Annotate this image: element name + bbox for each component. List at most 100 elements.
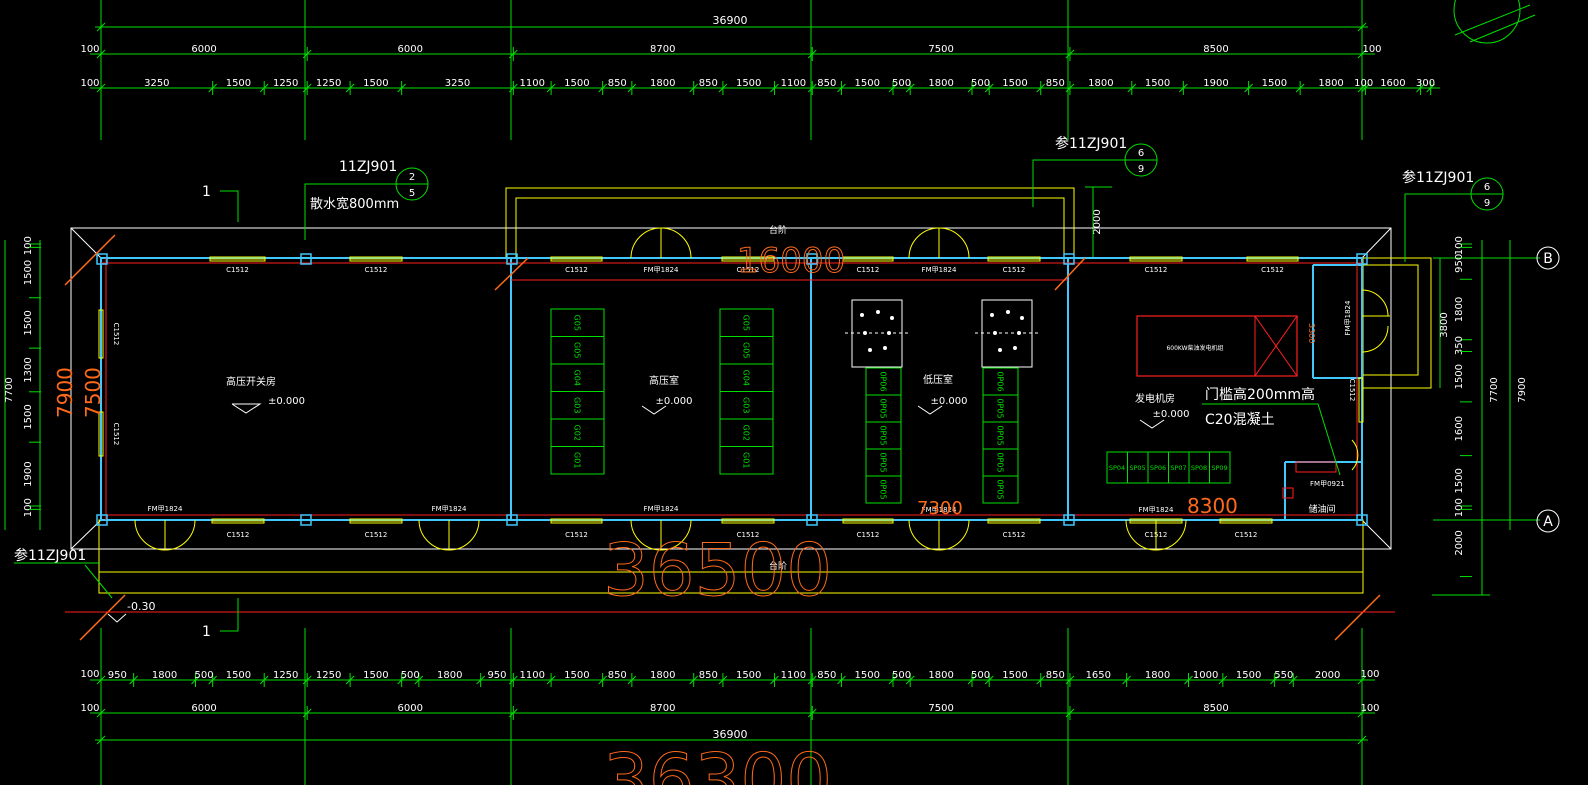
dim-label: 950 — [487, 670, 506, 681]
svg-text:G03: G03 — [573, 397, 582, 413]
ref-right-6: 6 — [1484, 182, 1490, 193]
dim-label: 1800 — [650, 78, 675, 89]
orange-dim-7900: 7900 — [53, 367, 77, 418]
right-overall-dim-a: 7700 — [1489, 377, 1500, 402]
dim-label: 1500 — [1002, 78, 1027, 89]
dim-label: 2000 — [1454, 530, 1465, 555]
dim-label: 1100 — [519, 670, 544, 681]
window-c1512: C1512 — [842, 518, 894, 539]
dim-label: 1500 — [564, 78, 589, 89]
dim-label: 850 — [1046, 78, 1065, 89]
dim-label: 950 — [1454, 254, 1465, 273]
dim-label: 1500 — [564, 670, 589, 681]
svg-text:0P05: 0P05 — [879, 452, 888, 472]
door-fm1824-right: FM甲1824 — [1344, 289, 1390, 353]
cabinet: G03 — [719, 391, 774, 420]
apron-note: 散水宽800mm — [310, 196, 399, 212]
dim-label: 3250 — [144, 78, 169, 89]
dim-label: 1500 — [1454, 364, 1465, 389]
ref-11zj901: 11ZJ901 — [339, 159, 397, 175]
svg-text:G04: G04 — [573, 370, 582, 386]
svg-text:G05: G05 — [573, 315, 582, 331]
top-bay-dims: 6000 6000 8700 7500 8500 — [191, 44, 1228, 55]
cabinet: G01 — [719, 446, 774, 475]
top-end-dim-left: 100 — [80, 44, 99, 55]
window-c1512-side: C1512 — [98, 309, 120, 359]
svg-text:FM甲1824: FM甲1824 — [922, 266, 957, 274]
wall-inner — [101, 258, 1362, 520]
svg-text:0P05: 0P05 — [996, 452, 1005, 472]
cabinet: 0P05 — [865, 475, 902, 504]
bottom-bay-dims: 6000 6000 8700 7500 8500 — [191, 703, 1228, 714]
top-total-dim: 36900 — [713, 14, 748, 27]
bottom-detail-end-right: 100 — [1360, 669, 1379, 680]
svg-text:C1512: C1512 — [1003, 531, 1026, 539]
dim-label: 1500 — [226, 670, 251, 681]
svg-text:G04: G04 — [742, 370, 751, 386]
dim-label: 1800 — [152, 670, 177, 681]
window-c1512: C1512 — [349, 518, 403, 539]
cabinet: G04 — [550, 363, 605, 392]
svg-text:G05: G05 — [742, 315, 751, 331]
dim-label: 1500 — [23, 260, 34, 285]
svg-text:FM甲1824: FM甲1824 — [432, 505, 467, 513]
window-c1512: C1512 — [550, 518, 603, 539]
window-c1512: C1512 — [1246, 256, 1299, 274]
dim-label: 1000 — [1193, 670, 1218, 681]
dim-label: 1500 — [226, 78, 251, 89]
generator-label: 600KW柴油发电机组 — [1166, 344, 1223, 352]
dim-label: 1500 — [363, 670, 388, 681]
dim-label: 500 — [195, 670, 214, 681]
dim-label: 1800 — [1454, 297, 1465, 322]
svg-text:G05: G05 — [573, 342, 582, 358]
axis-label-a: A — [1543, 514, 1553, 530]
dim-label: 1300 — [23, 357, 34, 382]
svg-text:C1512: C1512 — [365, 531, 388, 539]
orange-dim-16000: 16000 — [737, 241, 845, 281]
room-lv-level: ±0.000 — [930, 396, 967, 407]
dim-label: 6000 — [191, 703, 216, 714]
dim-label: 1900 — [1203, 78, 1228, 89]
orange-dim-36500: 36500 — [603, 528, 832, 612]
window-c1512: C1512 — [211, 518, 265, 539]
transformer-1 — [845, 299, 910, 368]
cabinet: 0P06 — [865, 367, 902, 396]
svg-text:C1512: C1512 — [857, 531, 880, 539]
svg-text:C1512: C1512 — [112, 323, 120, 346]
svg-text:SP06: SP06 — [1150, 464, 1166, 472]
dim-label: 950 — [108, 670, 127, 681]
steps-top-label: 台阶 — [769, 224, 787, 236]
axis-label-b: B — [1543, 251, 1553, 267]
svg-text:FM甲1824: FM甲1824 — [1139, 506, 1174, 514]
window-c1512: C1512 — [842, 256, 894, 274]
room-hv-switch-level: ±0.000 — [268, 396, 305, 407]
dim-label: 850 — [608, 670, 627, 681]
cabinet: G02 — [550, 418, 605, 447]
dim-label: 1600 — [1454, 416, 1465, 441]
svg-text:C1512: C1512 — [857, 266, 880, 274]
cabinet: G03 — [550, 391, 605, 420]
dim-label: 1500 — [23, 404, 34, 429]
dim-label: 850 — [699, 78, 718, 89]
dim-label: 2000 — [1315, 670, 1340, 681]
dim-label: 1800 — [650, 670, 675, 681]
ref-sheet-2: 2 — [409, 172, 415, 183]
ref-can-top: 参11ZJ901 — [1055, 135, 1127, 152]
dim-label: 850 — [608, 78, 627, 89]
svg-text:G02: G02 — [573, 425, 582, 441]
room-gen: 发电机房 — [1135, 392, 1175, 405]
cabinet-sp: SP06 — [1147, 451, 1169, 484]
orange-dim-7300: 7300 — [917, 498, 963, 519]
svg-text:0P05: 0P05 — [996, 425, 1005, 445]
dim-label: 1100 — [519, 78, 544, 89]
dim-label: 1100 — [781, 670, 806, 681]
svg-text:C1512: C1512 — [1003, 266, 1026, 274]
level-minus-030: -0.30 — [127, 600, 155, 613]
dim-label: 8500 — [1203, 703, 1228, 714]
window-c1512: C1512 — [987, 256, 1041, 274]
dim-label: 1500 — [1454, 468, 1465, 493]
svg-text:0P05: 0P05 — [996, 398, 1005, 418]
dim-label: 1500 — [1145, 78, 1170, 89]
svg-text:SP08: SP08 — [1191, 464, 1207, 472]
right-vertical-dims: 10095018003501500160015001002000 — [1454, 236, 1472, 578]
